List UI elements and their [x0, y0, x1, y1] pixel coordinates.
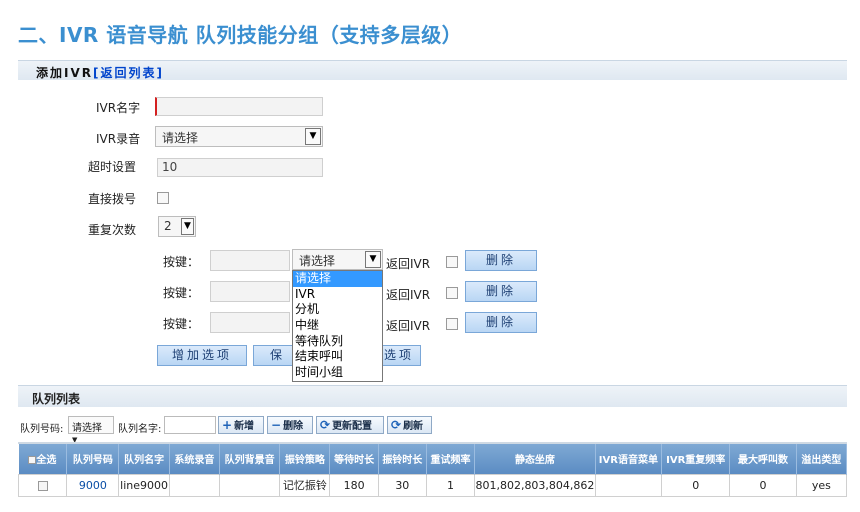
overflow-type-cell: yes: [795, 473, 848, 497]
add-ivr-panel-header: 添加IVR[返回列表]: [18, 60, 847, 80]
table-header-row: 全选 队列号码 队列名字 系统录音 队列背景音 振铃策略 等待时长 振铃时长 重…: [18, 444, 848, 474]
key-label: 按键：: [163, 286, 200, 300]
table-row[interactable]: 9000 line9000 记忆振铃 180 30 1 801,802,803,…: [17, 473, 848, 497]
queue-bg-music-cell: [218, 473, 281, 497]
retry-rate-cell: 1: [425, 473, 476, 497]
queue-number-selected: 请选择: [72, 423, 102, 434]
panel-title: 添加IVR[返回列表]: [36, 64, 164, 81]
queue-name-cell: line9000: [118, 473, 170, 497]
document-title: 二、IVR 语音导航 队列技能分组（支持多层级）: [18, 23, 463, 47]
ring-time-cell: 30: [377, 473, 427, 497]
minus-icon: −: [271, 418, 282, 432]
refresh-icon: ⟳: [391, 418, 402, 432]
delete-key-button[interactable]: 删除: [465, 281, 537, 302]
chevron-down-icon[interactable]: ▼: [181, 218, 194, 235]
queue-number-label: 队列号码:: [20, 424, 64, 435]
key-action-dropdown-list[interactable]: 请选择 IVR 分机 中继 等待队列 结束呼叫 时间小组: [292, 270, 383, 382]
row-checkbox[interactable]: [37, 480, 48, 491]
queue-list-title: 队列列表: [32, 392, 81, 406]
ivr-menu-cell: [594, 473, 663, 497]
refresh-label: 刷新: [403, 421, 424, 432]
ivr-audio-selected: 请选择: [162, 131, 199, 145]
return-ivr-checkbox[interactable]: [446, 318, 458, 330]
ivr-repeat-cell: 0: [661, 473, 731, 497]
column-header: 溢出类型: [796, 444, 848, 474]
timeout-label: 超时设置: [88, 160, 137, 174]
panel-title-text: 添加IVR: [36, 66, 93, 80]
key-action-select[interactable]: 请选择 ▼: [292, 249, 383, 270]
key-label: 按键：: [163, 317, 200, 331]
direct-dial-label: 直接拨号: [88, 192, 137, 206]
column-header: 全选: [36, 455, 57, 467]
repeat-count-label: 重复次数: [88, 223, 137, 237]
max-calls-cell: 0: [729, 473, 797, 497]
system-audio-cell: [168, 473, 220, 497]
return-ivr-label: 返回IVR: [386, 288, 431, 302]
add-queue-button[interactable]: + 新增: [218, 416, 264, 434]
column-header: 队列号码: [66, 444, 120, 474]
column-header: 等待时长: [329, 444, 379, 474]
dropdown-option[interactable]: 结束呼叫: [293, 349, 382, 365]
dropdown-option[interactable]: 请选择: [293, 271, 382, 287]
delete-queue-button[interactable]: − 删除: [267, 416, 313, 434]
key-input[interactable]: [210, 312, 290, 333]
return-ivr-label: 返回IVR: [386, 319, 431, 333]
column-header: 队列名字: [118, 444, 170, 474]
column-header: 振铃时长: [378, 444, 427, 474]
ivr-name-label: IVR名字: [96, 101, 141, 115]
column-header: IVR重复频率: [661, 444, 731, 474]
return-ivr-checkbox[interactable]: [446, 287, 458, 299]
refresh-icon: ⟳: [320, 418, 331, 432]
repeat-count-value: 2: [164, 219, 172, 233]
add-option-button[interactable]: 增加选项: [157, 345, 247, 366]
ivr-name-input[interactable]: [155, 97, 323, 116]
key-label: 按键：: [163, 255, 200, 269]
plus-icon: +: [222, 418, 233, 432]
ring-strategy-cell: 记忆振铃: [279, 473, 331, 497]
column-header: 队列背景音: [219, 444, 281, 474]
column-header: 振铃策略: [279, 444, 331, 474]
queue-table: 全选 队列号码 队列名字 系统录音 队列背景音 振铃策略 等待时长 振铃时长 重…: [17, 444, 848, 497]
delete-key-button[interactable]: 删除: [465, 250, 537, 271]
ivr-audio-select[interactable]: 请选择 ▼: [155, 126, 323, 147]
timeout-input[interactable]: 10: [157, 158, 323, 177]
back-to-list-link[interactable]: [返回列表]: [93, 66, 164, 80]
key-input[interactable]: [210, 250, 290, 271]
queue-number-select[interactable]: 请选择 ▼: [68, 416, 114, 444]
wait-time-cell: 180: [329, 473, 379, 497]
dropdown-option[interactable]: IVR: [293, 287, 382, 303]
column-header: 最大呼叫数: [729, 444, 797, 474]
queue-list-header: 队列列表: [18, 385, 847, 407]
column-header: 重试频率: [426, 444, 476, 474]
update-config-button[interactable]: ⟳ 更新配置: [316, 416, 384, 434]
column-header: 系统录音: [169, 444, 220, 474]
chevron-down-icon[interactable]: ▼: [365, 251, 381, 268]
direct-dial-checkbox[interactable]: [157, 192, 169, 204]
key-action-selected: 请选择: [299, 254, 336, 268]
dropdown-option[interactable]: 中继: [293, 318, 382, 334]
delete-key-button[interactable]: 删除: [465, 312, 537, 333]
column-header: 静态坐席: [474, 444, 596, 474]
return-ivr-label: 返回IVR: [386, 257, 431, 271]
row-select-cell[interactable]: [17, 473, 68, 497]
return-ivr-checkbox[interactable]: [446, 256, 458, 268]
update-config-label: 更新配置: [332, 421, 373, 432]
chevron-down-icon[interactable]: ▼: [305, 128, 321, 145]
repeat-count-select[interactable]: 2 ▼: [158, 216, 196, 237]
queue-name-input[interactable]: [164, 416, 216, 434]
add-queue-label: 新增: [234, 421, 255, 432]
queue-name-label: 队列名字:: [118, 424, 162, 435]
queue-number-cell[interactable]: 9000: [66, 473, 120, 497]
delete-queue-label: 删除: [283, 421, 304, 432]
column-header: IVR语音菜单: [595, 444, 663, 474]
key-input[interactable]: [210, 281, 290, 302]
select-all-header[interactable]: 全选: [18, 444, 68, 474]
static-agents-cell: 801,802,803,804,862: [474, 473, 596, 497]
refresh-button[interactable]: ⟳ 刷新: [387, 416, 432, 434]
ivr-audio-label: IVR录音: [96, 132, 141, 146]
dropdown-option[interactable]: 时间小组: [293, 365, 382, 381]
dropdown-option[interactable]: 等待队列: [293, 334, 382, 350]
dropdown-option[interactable]: 分机: [293, 302, 382, 318]
